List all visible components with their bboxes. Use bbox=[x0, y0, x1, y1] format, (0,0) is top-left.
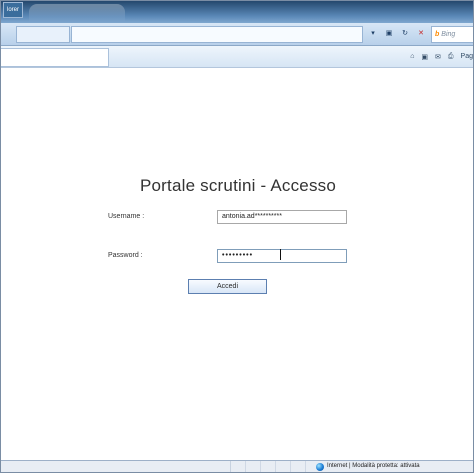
search-provider: Bing bbox=[441, 31, 456, 38]
print-icon[interactable]: ⎙ bbox=[448, 53, 454, 61]
stop-icon[interactable]: ✕ bbox=[415, 26, 427, 42]
username-label: Username : bbox=[108, 213, 145, 220]
browser-tab[interactable] bbox=[1, 48, 109, 67]
security-zone: Internet | Modalità protetta: attivata bbox=[327, 463, 420, 469]
title-highlight bbox=[29, 4, 125, 22]
window-title: lorer bbox=[3, 2, 24, 18]
password-label: Password : bbox=[108, 252, 143, 259]
address-field[interactable] bbox=[71, 26, 363, 43]
password-input[interactable]: ••••••••• bbox=[217, 249, 347, 263]
bing-icon: b bbox=[435, 31, 440, 38]
rss-icon[interactable]: ▣ bbox=[421, 53, 428, 61]
status-bar: Internet | Modalità protetta: attivata bbox=[1, 460, 473, 472]
globe-icon bbox=[316, 463, 324, 471]
refresh-icon[interactable]: ↻ bbox=[399, 26, 411, 42]
compatibility-icon[interactable]: ▣ bbox=[383, 26, 395, 42]
status-segments bbox=[230, 461, 311, 472]
command-bar: ⌂ ▣ ✉ ⎙ Pag bbox=[1, 46, 473, 68]
username-input[interactable]: antonia.ad********** bbox=[217, 210, 347, 224]
login-button[interactable]: Accedi bbox=[188, 279, 267, 294]
dropdown-icon[interactable]: ▾ bbox=[367, 26, 379, 42]
text-cursor bbox=[280, 249, 281, 260]
title-bar: lorer bbox=[1, 1, 473, 23]
search-box[interactable]: b Bing bbox=[431, 26, 473, 43]
page-content: Portale scrutini - Accesso Username : an… bbox=[1, 68, 473, 458]
page-title: Portale scrutini - Accesso bbox=[139, 176, 337, 195]
address-toolbar: ▾ ▣ ↻ ✕ b Bing bbox=[1, 23, 473, 46]
page-menu[interactable]: Pag bbox=[461, 53, 473, 60]
mail-icon[interactable]: ✉ bbox=[435, 53, 441, 61]
home-icon[interactable]: ⌂ bbox=[410, 53, 414, 60]
command-items: ⌂ ▣ ✉ ⎙ Pag bbox=[410, 48, 473, 65]
browser-window: lorer ▾ ▣ ↻ ✕ b Bing ⌂ ▣ ✉ ⎙ Pag Portale … bbox=[0, 0, 474, 473]
back-forward-area[interactable] bbox=[16, 26, 70, 43]
